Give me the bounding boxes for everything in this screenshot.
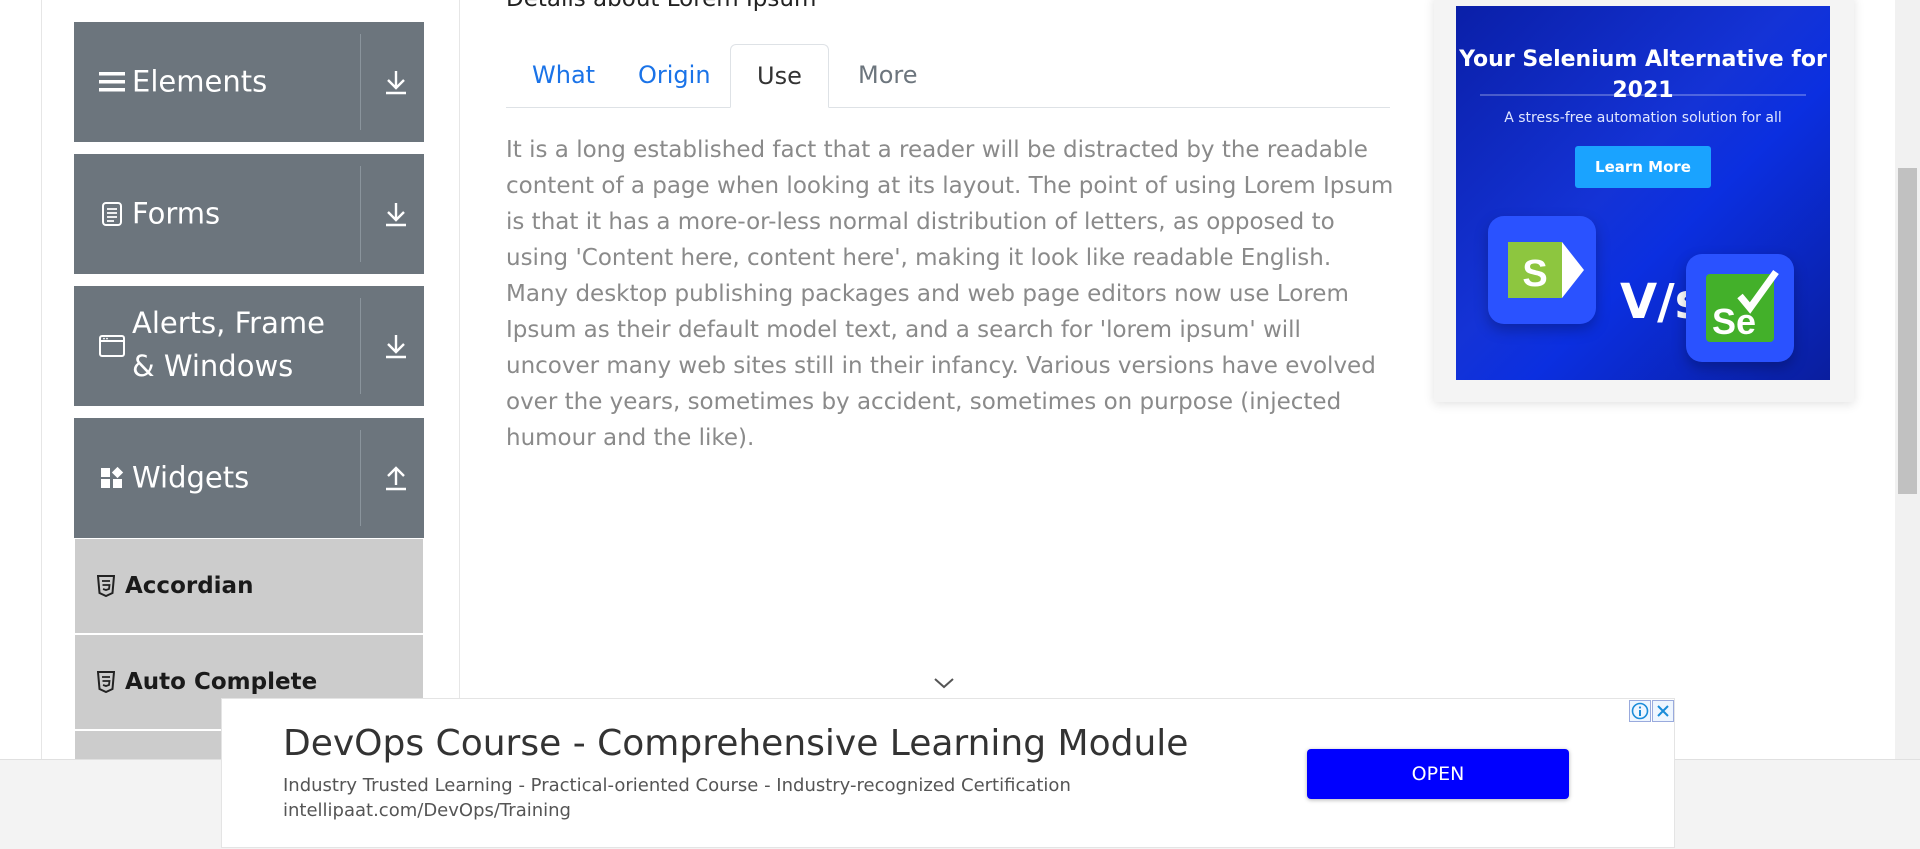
side-ad-rule xyxy=(1480,94,1806,96)
side-ad[interactable]: Your Selenium Alternative for 2021 A str… xyxy=(1434,0,1854,402)
side-ad-banner[interactable]: Your Selenium Alternative for 2021 A str… xyxy=(1456,6,1830,380)
sidebar-group-elements[interactable]: Elements xyxy=(74,22,424,142)
sidebar-item-label: Accordian xyxy=(125,573,254,599)
page-scrollbar[interactable] xyxy=(1895,0,1920,760)
tab-origin[interactable]: Origin xyxy=(612,44,737,106)
hamburger-icon xyxy=(98,68,126,96)
group-separator xyxy=(360,430,361,526)
sidebar-item-label: Auto Complete xyxy=(125,669,318,695)
download-icon[interactable] xyxy=(368,286,424,406)
sidebar-group-label: Elements xyxy=(132,64,268,99)
page-heading: Details about Lorem Ipsum xyxy=(506,0,816,12)
download-icon[interactable] xyxy=(368,22,424,142)
bottom-ad-title[interactable]: DevOps Course - Comprehensive Learning M… xyxy=(283,723,1188,764)
open-button[interactable]: OPEN xyxy=(1307,749,1569,799)
katalon-logo-letter: S xyxy=(1522,253,1547,295)
scrollbar-thumb[interactable] xyxy=(1898,168,1917,494)
tab-what[interactable]: What xyxy=(506,44,621,106)
learn-more-button[interactable]: Learn More xyxy=(1575,146,1711,188)
form-document-icon xyxy=(98,200,126,228)
html5-icon xyxy=(96,671,117,694)
katalon-logo-tile: S xyxy=(1488,216,1596,324)
side-ad-title: Your Selenium Alternative for 2021 xyxy=(1459,47,1827,103)
ad-close-icon[interactable] xyxy=(1652,700,1674,722)
sidebar-item-accordian[interactable]: Accordian xyxy=(75,539,423,633)
group-separator xyxy=(360,166,361,262)
widgets-icon xyxy=(98,464,126,492)
selenium-logo-tile: Se xyxy=(1686,254,1794,362)
sidebar-group-label: Forms xyxy=(132,196,221,231)
bottom-ad[interactable]: DevOps Course - Comprehensive Learning M… xyxy=(221,698,1675,848)
ad-info-icon[interactable] xyxy=(1629,700,1651,722)
group-separator xyxy=(360,298,361,394)
bottom-ad-description: Industry Trusted Learning - Practical-or… xyxy=(283,775,1071,796)
left-divider xyxy=(41,0,42,760)
sidebar-group-forms[interactable]: Forms xyxy=(74,154,424,274)
chevron-down-icon[interactable] xyxy=(932,674,956,692)
tab-use[interactable]: Use xyxy=(730,44,829,108)
group-separator xyxy=(360,34,361,130)
bottom-ad-url[interactable]: intellipaat.com/DevOps/Training xyxy=(283,800,571,821)
selenium-logo-text: Se xyxy=(1712,301,1756,342)
tab-more: More xyxy=(858,61,918,89)
download-icon[interactable] xyxy=(368,154,424,274)
browser-window-icon xyxy=(98,332,126,360)
sidebar-group-alerts-frame-windows[interactable]: Alerts, Frame & Windows xyxy=(74,286,424,406)
sidebar-group-label: Widgets xyxy=(132,460,250,495)
tab-content-text: It is a long established fact that a rea… xyxy=(506,137,1394,451)
sidebar: Elements Forms Alerts, Frame & Windows W… xyxy=(0,0,460,761)
sidebar-group-widgets[interactable]: Widgets xyxy=(74,418,424,538)
upload-icon[interactable] xyxy=(368,418,424,538)
side-ad-subtitle: A stress-free automation solution for al… xyxy=(1504,110,1782,126)
html5-icon xyxy=(96,575,117,598)
main-content: Details about Lorem Ipsum What Origin Us… xyxy=(460,0,1420,760)
tab-bar: What Origin Use More xyxy=(506,44,1390,108)
sidebar-group-label: Alerts, Frame & Windows xyxy=(132,306,325,383)
